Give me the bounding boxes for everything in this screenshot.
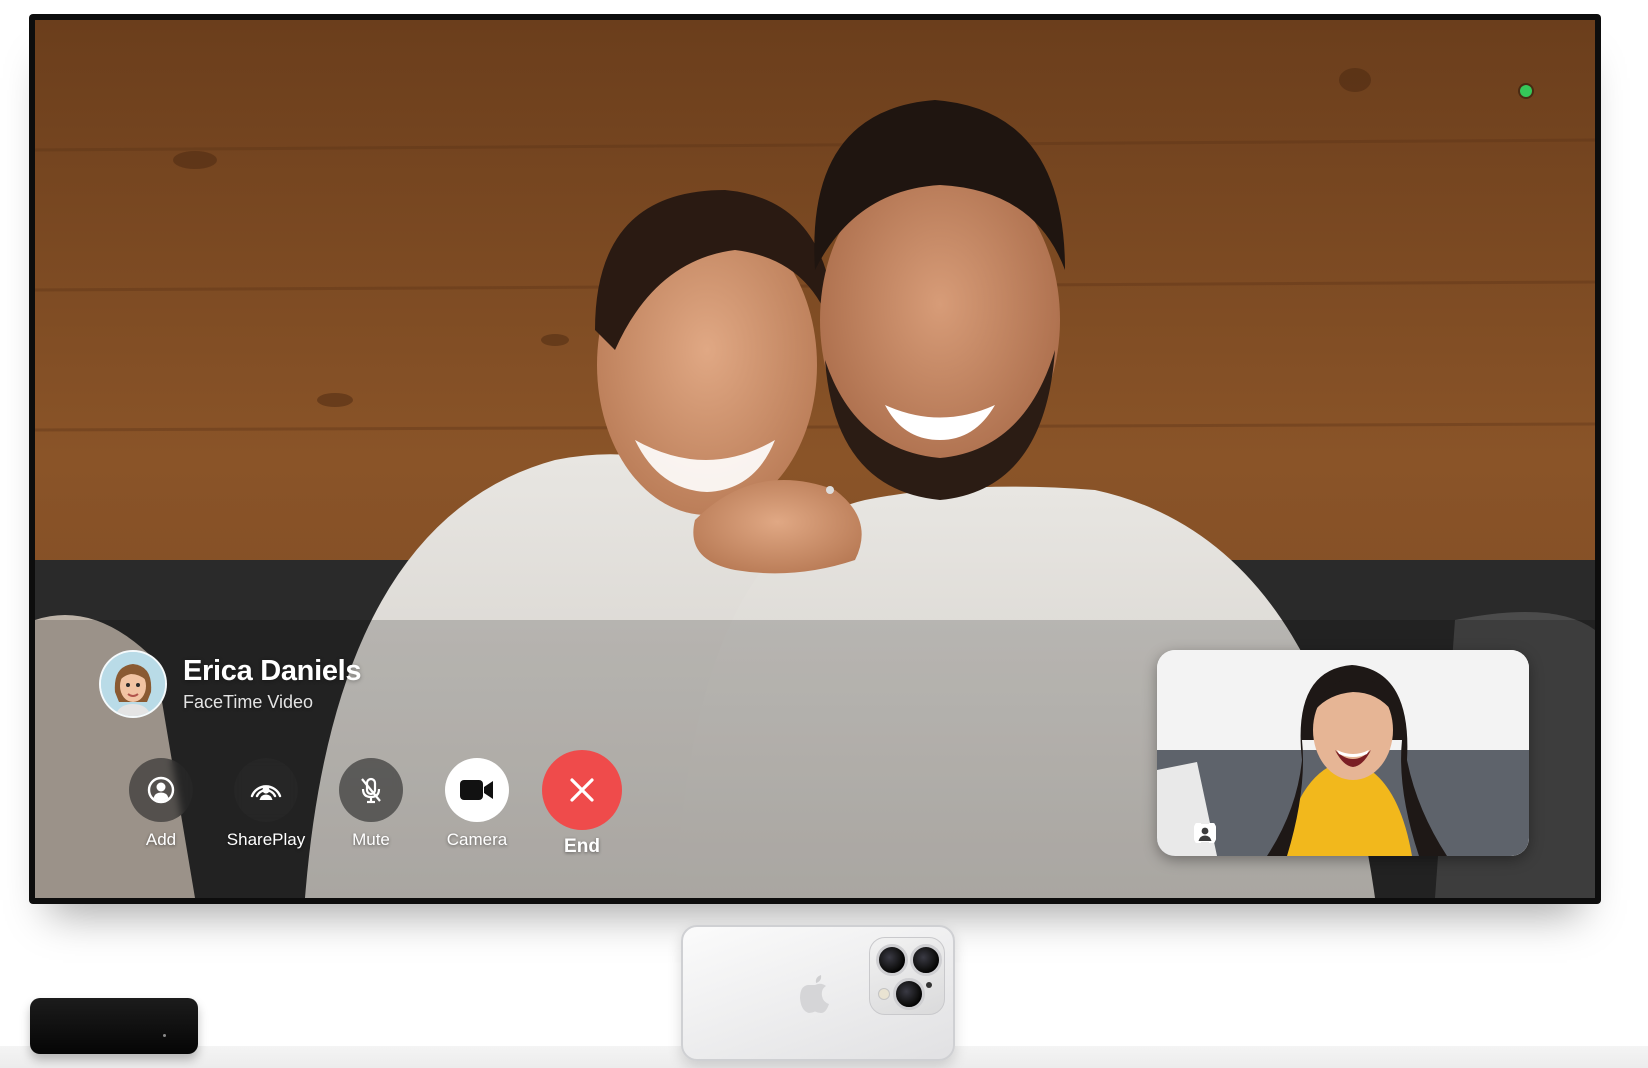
mute-button[interactable]: Mute <box>316 758 426 850</box>
apple-logo-icon <box>800 975 829 1013</box>
status-light <box>163 1034 166 1037</box>
camera-lens <box>876 944 908 976</box>
shareplay-button[interactable]: SharePlay <box>211 758 321 850</box>
add-label: Add <box>145 830 177 849</box>
caller-info: Erica Daniels FaceTime Video <box>99 650 362 718</box>
mute-label: Mute <box>352 830 390 849</box>
camera-active-indicator <box>1520 85 1532 97</box>
camera-label: Camera <box>446 830 508 849</box>
camera-lens <box>910 944 942 976</box>
facetime-screen: Erica Daniels FaceTime Video Add SharePl… <box>35 20 1595 898</box>
add-button[interactable]: Add <box>106 758 216 850</box>
camera-flash <box>878 988 890 1000</box>
camera-mic <box>926 982 932 988</box>
portrait-mode-icon[interactable] <box>1194 822 1235 844</box>
call-type: FaceTime Video <box>183 692 314 712</box>
television: Erica Daniels FaceTime Video Add SharePl… <box>29 14 1601 904</box>
person-circle-icon <box>147 776 175 804</box>
end-label: End <box>564 836 600 857</box>
camera-button[interactable]: Camera <box>422 758 532 850</box>
video-camera-icon <box>460 780 493 800</box>
self-view-preview[interactable] <box>1157 650 1529 856</box>
iphone-device <box>681 925 955 1061</box>
camera-module <box>869 937 945 1015</box>
end-call-button[interactable]: End <box>527 750 637 858</box>
caller-name: Erica Daniels <box>183 655 362 687</box>
shareplay-icon <box>250 785 282 800</box>
close-icon <box>570 778 594 802</box>
apple-tv-device <box>30 998 198 1054</box>
caller-avatar <box>99 650 167 718</box>
mic-slash-icon <box>361 777 381 804</box>
camera-lens <box>893 978 925 1010</box>
shareplay-label: SharePlay <box>226 830 306 849</box>
